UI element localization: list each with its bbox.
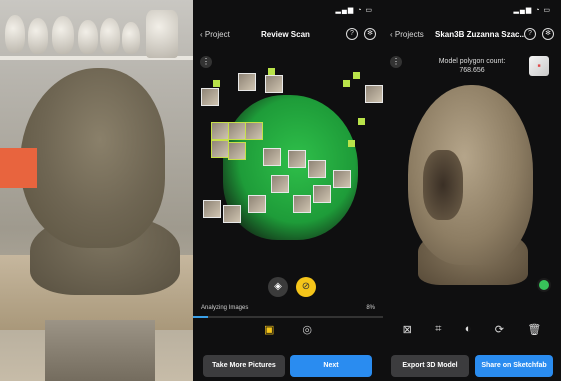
review-scan-screen: ▂▄▆ ◔ ▭ ‹ Project Review Scan ? ✻ ⋮ ◈ ⊘ …	[193, 0, 383, 381]
progress-bar	[193, 316, 383, 318]
share-on-sketchfab-button[interactable]: Share on Sketchfab	[475, 355, 553, 377]
settings-icon[interactable]: ✻	[542, 28, 554, 40]
camera-marker	[353, 72, 360, 79]
camera-thumbnail[interactable]	[293, 195, 311, 213]
paint-bucket-icon[interactable]: ◈	[268, 277, 288, 297]
target-icon[interactable]: ⊘	[296, 277, 316, 297]
clay-head-sculpture	[20, 68, 165, 248]
image-icon[interactable]: ▣	[264, 323, 274, 336]
camera-thumbnail[interactable]	[201, 88, 219, 106]
page-title: Review Scan	[261, 30, 310, 39]
camera-thumbnail[interactable]	[211, 140, 229, 158]
camera-marker	[268, 68, 275, 75]
layers-icon[interactable]: ◎	[302, 323, 312, 336]
more-icon[interactable]: ⋮	[200, 56, 212, 68]
plaster-bust	[122, 22, 140, 54]
status-dot[interactable]	[537, 278, 551, 292]
sculpture-photo	[0, 0, 193, 381]
export-3d-model-button[interactable]: Export 3D Model	[391, 355, 469, 377]
scan-tools: ◈ ⊘	[268, 277, 316, 297]
trash-icon[interactable]: 🗑	[527, 323, 541, 336]
back-label: Projects	[394, 30, 424, 39]
back-button[interactable]: ‹ Projects	[390, 30, 424, 39]
settings-icon[interactable]: ✻	[364, 28, 376, 40]
progress-fill	[193, 316, 209, 318]
camera-thumbnail[interactable]	[263, 148, 281, 166]
camera-thumbnail[interactable]	[238, 73, 256, 91]
model-cavity	[423, 150, 463, 220]
next-button[interactable]: Next	[290, 355, 372, 377]
camera-thumbnail[interactable]	[365, 85, 383, 103]
stool	[45, 320, 155, 381]
status-bar-icons: ▂▄▆ ◔ ▭	[335, 7, 373, 14]
progress-percent: 8%	[366, 305, 375, 311]
camera-thumbnail[interactable]	[223, 205, 241, 223]
progress-label: Analyzing Images	[201, 305, 249, 311]
camera-marker	[348, 140, 355, 147]
scan-tab-row: ▣ ◎	[193, 323, 383, 336]
contrast-icon[interactable]: ◐	[465, 323, 472, 336]
refresh-icon[interactable]: ⟳	[495, 323, 504, 336]
model-navbar: ‹ Projects Skan3B Zuzanna Szac... ? ✻	[383, 26, 561, 46]
crop-tool-icon[interactable]: ⌗	[435, 323, 441, 336]
camera-thumbnail[interactable]	[313, 185, 331, 203]
orientation-cube-icon[interactable]: ■	[529, 56, 549, 76]
camera-marker	[343, 80, 350, 87]
plaster-bust	[78, 20, 98, 54]
model-screen: ▂▄▆ ◔ ▭ ‹ Projects Skan3B Zuzanna Szac..…	[383, 0, 561, 381]
camera-thumbnail[interactable]	[211, 122, 229, 140]
take-more-pictures-button[interactable]: Take More Pictures	[203, 355, 285, 377]
status-bar-icons: ▂▄▆ ◔ ▭	[513, 7, 551, 14]
plaster-bust	[5, 15, 25, 53]
camera-thumbnail[interactable]	[288, 150, 306, 168]
model-toolbar: ⊠ ⌗ ◐ ⟳ 🗑	[383, 323, 561, 336]
camera-marker	[213, 80, 220, 87]
plaster-column	[146, 10, 178, 58]
plaster-bust	[28, 18, 48, 54]
camera-thumbnail[interactable]	[245, 122, 263, 140]
camera-thumbnail[interactable]	[228, 142, 246, 160]
help-icon[interactable]: ?	[346, 28, 358, 40]
page-title: Skan3B Zuzanna Szac...	[435, 30, 527, 39]
camera-thumbnail[interactable]	[308, 160, 326, 178]
plaster-bust	[100, 18, 120, 54]
camera-thumbnail[interactable]	[248, 195, 266, 213]
camera-thumbnail[interactable]	[333, 170, 351, 188]
orange-marker	[0, 148, 37, 188]
camera-thumbnail[interactable]	[265, 75, 283, 93]
nav-icons: ? ✻	[346, 28, 376, 40]
help-icon[interactable]: ?	[524, 28, 536, 40]
scan-navbar: ‹ Project Review Scan ? ✻	[193, 26, 383, 46]
camera-thumbnail[interactable]	[203, 200, 221, 218]
back-label: Project	[204, 30, 230, 39]
nav-icons: ? ✻	[524, 28, 554, 40]
back-button[interactable]: ‹ Project	[200, 30, 230, 39]
camera-thumbnail[interactable]	[271, 175, 289, 193]
plaster-bust	[52, 16, 74, 54]
camera-marker	[358, 118, 365, 125]
crop-icon[interactable]: ⊠	[403, 323, 412, 336]
camera-thumbnail[interactable]	[228, 122, 246, 140]
